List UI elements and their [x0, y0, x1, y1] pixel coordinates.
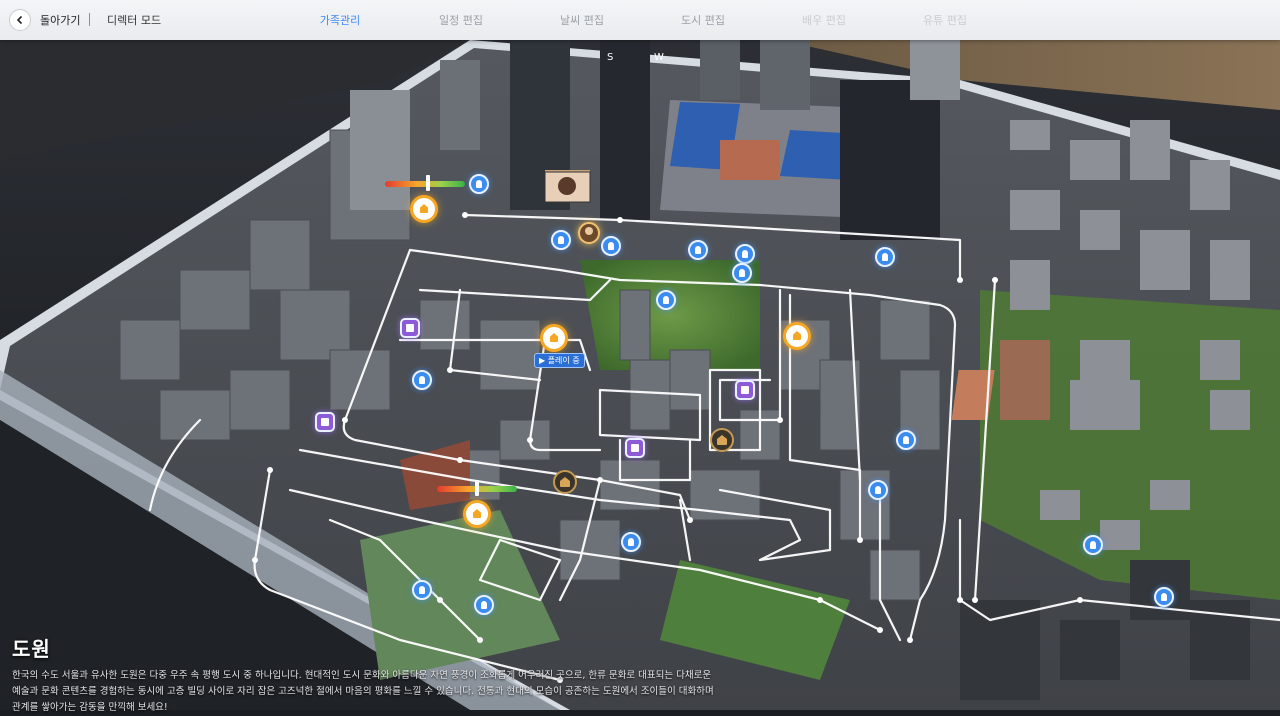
user-avatar-icon[interactable]	[578, 222, 600, 244]
mood-gauge-indicator	[426, 175, 430, 191]
house-outline-icon[interactable]	[553, 470, 577, 494]
person-pin-icon[interactable]	[868, 480, 888, 500]
person-pin-icon[interactable]	[656, 290, 676, 310]
home-pin-icon[interactable]	[410, 195, 438, 223]
chevron-left-icon	[16, 15, 23, 25]
description-line: 예술과 문화 콘텐츠를 경험하는 동시에 고층 빌딩 사이로 자리 잡은 고즈넉…	[12, 686, 714, 697]
city-title: 도원	[12, 637, 51, 661]
compass-west-label: W	[654, 52, 664, 63]
building-pin-icon[interactable]	[400, 318, 420, 338]
tab-schedule-edit[interactable]: 일정 편집	[439, 12, 483, 28]
home-pin-icon[interactable]	[463, 500, 491, 528]
tab-weather-edit[interactable]: 날씨 편집	[560, 12, 604, 28]
tab-city-edit[interactable]: 도시 편집	[681, 12, 725, 28]
person-pin-icon[interactable]	[469, 174, 489, 194]
person-pin-icon[interactable]	[621, 532, 641, 552]
city-map-viewport[interactable]: S W ▶ 플레이 중	[0, 40, 1280, 710]
person-pin-icon[interactable]	[412, 580, 432, 600]
back-button[interactable]	[9, 9, 31, 31]
top-navigation-bar: 돌아가기 디렉터 모드 가족관리 일정 편집 날씨 편집 도시 편집 배우 편집…	[0, 0, 1280, 40]
tab-youtube-edit[interactable]: 유튜 편집	[923, 12, 967, 28]
compass-south-label: S	[607, 52, 614, 63]
house-outline-icon[interactable]	[710, 428, 734, 452]
building-pin-icon[interactable]	[315, 412, 335, 432]
person-pin-icon[interactable]	[601, 236, 621, 256]
person-pin-icon[interactable]	[1083, 535, 1103, 555]
person-pin-icon[interactable]	[474, 595, 494, 615]
person-pin-icon[interactable]	[688, 240, 708, 260]
back-label[interactable]: 돌아가기	[40, 12, 80, 28]
description-line: 한국의 수도 서울과 유사한 도원은 다중 우주 속 평행 도시 중 하나입니다…	[12, 670, 712, 681]
tab-family-management[interactable]: 가족관리	[320, 12, 360, 28]
person-pin-icon[interactable]	[551, 230, 571, 250]
building-pin-icon[interactable]	[735, 380, 755, 400]
city-map-render	[0, 40, 1280, 710]
building-pin-icon[interactable]	[625, 438, 645, 458]
person-pin-icon[interactable]	[896, 430, 916, 450]
mood-gauge	[385, 181, 465, 187]
tab-actor-edit[interactable]: 배우 편집	[802, 12, 846, 28]
description-line: 관계를 쌓아가는 감동을 만끽해 보세요!	[12, 702, 168, 713]
person-pin-icon[interactable]	[732, 263, 752, 283]
mood-gauge-indicator	[475, 480, 479, 496]
home-pin-icon[interactable]	[540, 324, 568, 352]
person-pin-icon[interactable]	[412, 370, 432, 390]
divider	[89, 13, 90, 26]
city-description-text: 한국의 수도 서울과 유사한 도원은 다중 우주 속 평행 도시 중 하나입니다…	[12, 668, 732, 716]
person-pin-icon[interactable]	[735, 244, 755, 264]
person-pin-icon[interactable]	[875, 247, 895, 267]
home-pin-icon[interactable]	[783, 322, 811, 350]
director-mode-label[interactable]: 디렉터 모드	[107, 12, 161, 28]
person-pin-icon[interactable]	[1154, 587, 1174, 607]
city-description-panel: 도원 한국의 수도 서울과 유사한 도원은 다중 우주 속 평행 도시 중 하나…	[12, 633, 732, 716]
playing-status-badge[interactable]: ▶ 플레이 중	[534, 353, 585, 368]
